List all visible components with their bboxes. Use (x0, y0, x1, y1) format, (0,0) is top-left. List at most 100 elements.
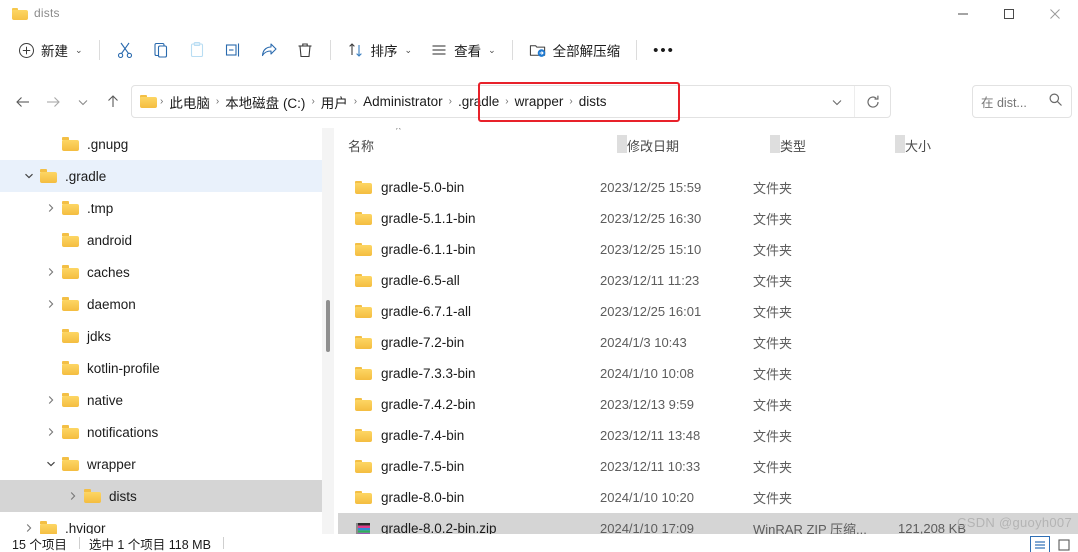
folder-icon (355, 273, 372, 288)
forward-button[interactable] (38, 87, 68, 117)
chevron-down-icon[interactable] (18, 160, 40, 192)
file-row[interactable]: gradle-6.1.1-bin 2023/12/25 15:10 文件夹 (338, 234, 1078, 265)
twisty-placeholder (40, 352, 62, 384)
file-date-cell: 2023/12/11 11:23 (600, 273, 700, 288)
chevron-right-icon[interactable] (40, 384, 62, 416)
tree-item-android[interactable]: android (0, 224, 328, 256)
address-dropdown-button[interactable] (820, 86, 854, 117)
trash-icon (296, 41, 314, 59)
search-input[interactable]: 在 dist... (981, 92, 1048, 111)
up-button[interactable] (98, 87, 128, 117)
refresh-button[interactable] (854, 86, 890, 117)
tree-item-dists[interactable]: dists (0, 480, 328, 512)
file-row[interactable]: gradle-7.2-bin 2024/1/3 10:43 文件夹 (338, 327, 1078, 358)
address-bar[interactable]: › 此电脑 › 本地磁盘 (C:) › 用户 › Administrator ›… (131, 85, 891, 118)
paste-button[interactable] (179, 34, 215, 66)
copy-button[interactable] (143, 34, 179, 66)
new-button[interactable]: 新建 ⌄ (8, 34, 92, 66)
more-options-button[interactable]: ••• (644, 34, 684, 66)
file-name-cell: gradle-7.4-bin (338, 428, 600, 443)
tree-item-dot-tmp[interactable]: .tmp (0, 192, 328, 224)
tree-item-notifications[interactable]: notifications (0, 416, 328, 448)
tree-item-label: daemon (87, 296, 136, 312)
folder-icon (355, 242, 372, 257)
tree-item-jdks[interactable]: jdks (0, 320, 328, 352)
column-divider[interactable] (895, 135, 905, 153)
column-header-type[interactable]: 类型 (770, 135, 895, 155)
column-header-size[interactable]: 大小 (895, 135, 987, 155)
breadcrumb-wrapper[interactable]: wrapper (510, 94, 569, 109)
rename-button[interactable] (215, 34, 251, 66)
file-date-cell: 2023/12/25 16:30 (600, 211, 702, 226)
search-box[interactable]: 在 dist... (972, 85, 1072, 118)
navigation-tree[interactable]: .gnupg .gradle .tmp android caches daemon jdks… (0, 128, 328, 536)
close-button[interactable] (1032, 0, 1078, 28)
cut-button[interactable] (107, 34, 143, 66)
breadcrumb-local-disk[interactable]: 本地磁盘 (C:) (220, 92, 310, 112)
column-header-date[interactable]: 修改日期 (617, 135, 770, 155)
file-row[interactable]: gradle-6.7.1-all 2023/12/25 16:01 文件夹 (338, 296, 1078, 327)
tree-item-dot-gnupg[interactable]: .gnupg (0, 128, 328, 160)
column-header-name[interactable]: 名称 ^ (338, 128, 617, 155)
tree-item-wrapper[interactable]: wrapper (0, 448, 328, 480)
share-button[interactable] (251, 34, 287, 66)
file-row[interactable]: gradle-8.0-bin 2024/1/10 10:20 文件夹 (338, 482, 1078, 513)
view-mode-toggles (1030, 536, 1074, 552)
column-divider[interactable] (770, 135, 780, 153)
file-row[interactable]: gradle-6.5-all 2023/12/11 11:23 文件夹 (338, 265, 1078, 296)
back-button[interactable] (8, 87, 38, 117)
toolbar-divider (98, 40, 100, 60)
chevron-right-icon[interactable] (40, 416, 62, 448)
watermark-text: CSDN @guoyh007 (957, 515, 1072, 530)
file-row[interactable]: gradle-7.5-bin 2023/12/11 10:33 文件夹 (338, 451, 1078, 482)
chevron-right-icon[interactable] (62, 480, 84, 512)
breadcrumb-gradle[interactable]: .gradle (453, 94, 504, 109)
status-item-count: 15 个项目 (12, 537, 67, 552)
rename-icon (224, 41, 242, 59)
file-name-label: gradle-7.2-bin (381, 335, 465, 350)
window-controls (940, 0, 1078, 28)
chevron-right-icon[interactable] (40, 192, 62, 224)
file-row[interactable]: gradle-5.1.1-bin 2023/12/25 16:30 文件夹 (338, 203, 1078, 234)
tree-item-daemon[interactable]: daemon (0, 288, 328, 320)
recent-locations-button[interactable] (68, 87, 98, 117)
folder-icon (355, 180, 372, 195)
file-row[interactable]: gradle-7.4.2-bin 2023/12/13 9:59 文件夹 (338, 389, 1078, 420)
details-view-button[interactable] (1030, 536, 1050, 552)
window-tab-dists[interactable]: dists (4, 0, 68, 26)
tree-item-native[interactable]: native (0, 384, 328, 416)
tree-item-dot-hvigor[interactable]: .hvigor (0, 512, 328, 536)
breadcrumb-dists[interactable]: dists (574, 94, 612, 109)
chevron-right-icon[interactable] (40, 256, 62, 288)
file-row[interactable]: gradle-7.4-bin 2023/12/11 13:48 文件夹 (338, 420, 1078, 451)
breadcrumb-administrator[interactable]: Administrator (358, 94, 448, 109)
file-row[interactable]: gradle-5.0-bin 2023/12/25 15:59 文件夹 (338, 172, 1078, 203)
folder-icon (355, 428, 372, 443)
minimize-button[interactable] (940, 0, 986, 28)
column-divider[interactable] (617, 135, 627, 153)
breadcrumb-this-pc[interactable]: 此电脑 (164, 92, 215, 112)
extract-all-button[interactable]: 全部解压缩 (520, 34, 630, 66)
delete-button[interactable] (287, 34, 323, 66)
tree-item-kotlin-profile[interactable]: kotlin-profile (0, 352, 328, 384)
chevron-down-icon[interactable] (40, 448, 62, 480)
toolbar-divider-2 (329, 40, 331, 60)
sort-button[interactable]: 排序 ⌄ (338, 34, 422, 66)
tree-item-dot-gradle[interactable]: .gradle (0, 160, 328, 192)
large-icons-view-button[interactable] (1054, 536, 1074, 552)
tree-item-caches[interactable]: caches (0, 256, 328, 288)
partial-scrolled-row[interactable] (338, 160, 1078, 172)
file-list-pane[interactable]: 名称 ^ 修改日期 类型 大小 gradle-5.0-bin 2023/12/25… (338, 128, 1078, 536)
sidebar-scrollbar-thumb[interactable] (326, 300, 330, 352)
folder-icon (355, 397, 372, 412)
breadcrumb-users[interactable]: 用户 (316, 92, 353, 112)
view-button[interactable]: 查看 ⌄ (421, 34, 505, 66)
maximize-button[interactable] (986, 0, 1032, 28)
sort-ascending-icon: ^ (396, 128, 401, 136)
twisty-placeholder (40, 128, 62, 160)
file-explorer-window: dists 新建 ⌄ 排序 ⌄ 查看 ⌄ 全部解压缩 ••• › 此电脑 › 本… (0, 0, 1078, 552)
chevron-right-icon[interactable] (18, 512, 40, 536)
chevron-right-icon[interactable] (40, 288, 62, 320)
tree-item-label: .tmp (87, 200, 114, 216)
file-row[interactable]: gradle-7.3.3-bin 2024/1/10 10:08 文件夹 (338, 358, 1078, 389)
